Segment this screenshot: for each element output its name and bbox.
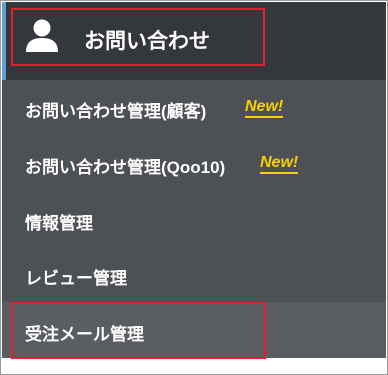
menu-item-inquiry-customer[interactable]: お問い合わせ管理(顧客) New! [2,80,386,136]
menu-item-review[interactable]: レビュー管理 [2,247,386,303]
selected-highlight-box [11,302,266,359]
menu-item-inquiry-qoo10[interactable]: お問い合わせ管理(Qoo10) New! [2,136,386,192]
menu-item-label: 情報管理 [25,214,93,233]
menu-frame: お問い合わせ お問い合わせ管理(顧客) New! お問い合わせ管理(Qoo10)… [0,0,388,375]
menu-item-label: お問い合わせ管理(顧客) [25,102,207,121]
menu-header[interactable]: お問い合わせ [2,2,386,80]
user-icon [26,19,58,52]
new-badge: New! [260,154,299,174]
new-badge: New! [245,98,284,118]
sidebar-menu: お問い合わせ お問い合わせ管理(顧客) New! お問い合わせ管理(Qoo10)… [2,2,386,359]
menu-item-label: お問い合わせ管理(Qoo10) [25,158,226,177]
header-title: お問い合わせ [84,30,210,53]
header-accent-bar [2,2,6,80]
menu-item-info[interactable]: 情報管理 [2,192,386,248]
menu-item-label: レビュー管理 [25,269,127,288]
